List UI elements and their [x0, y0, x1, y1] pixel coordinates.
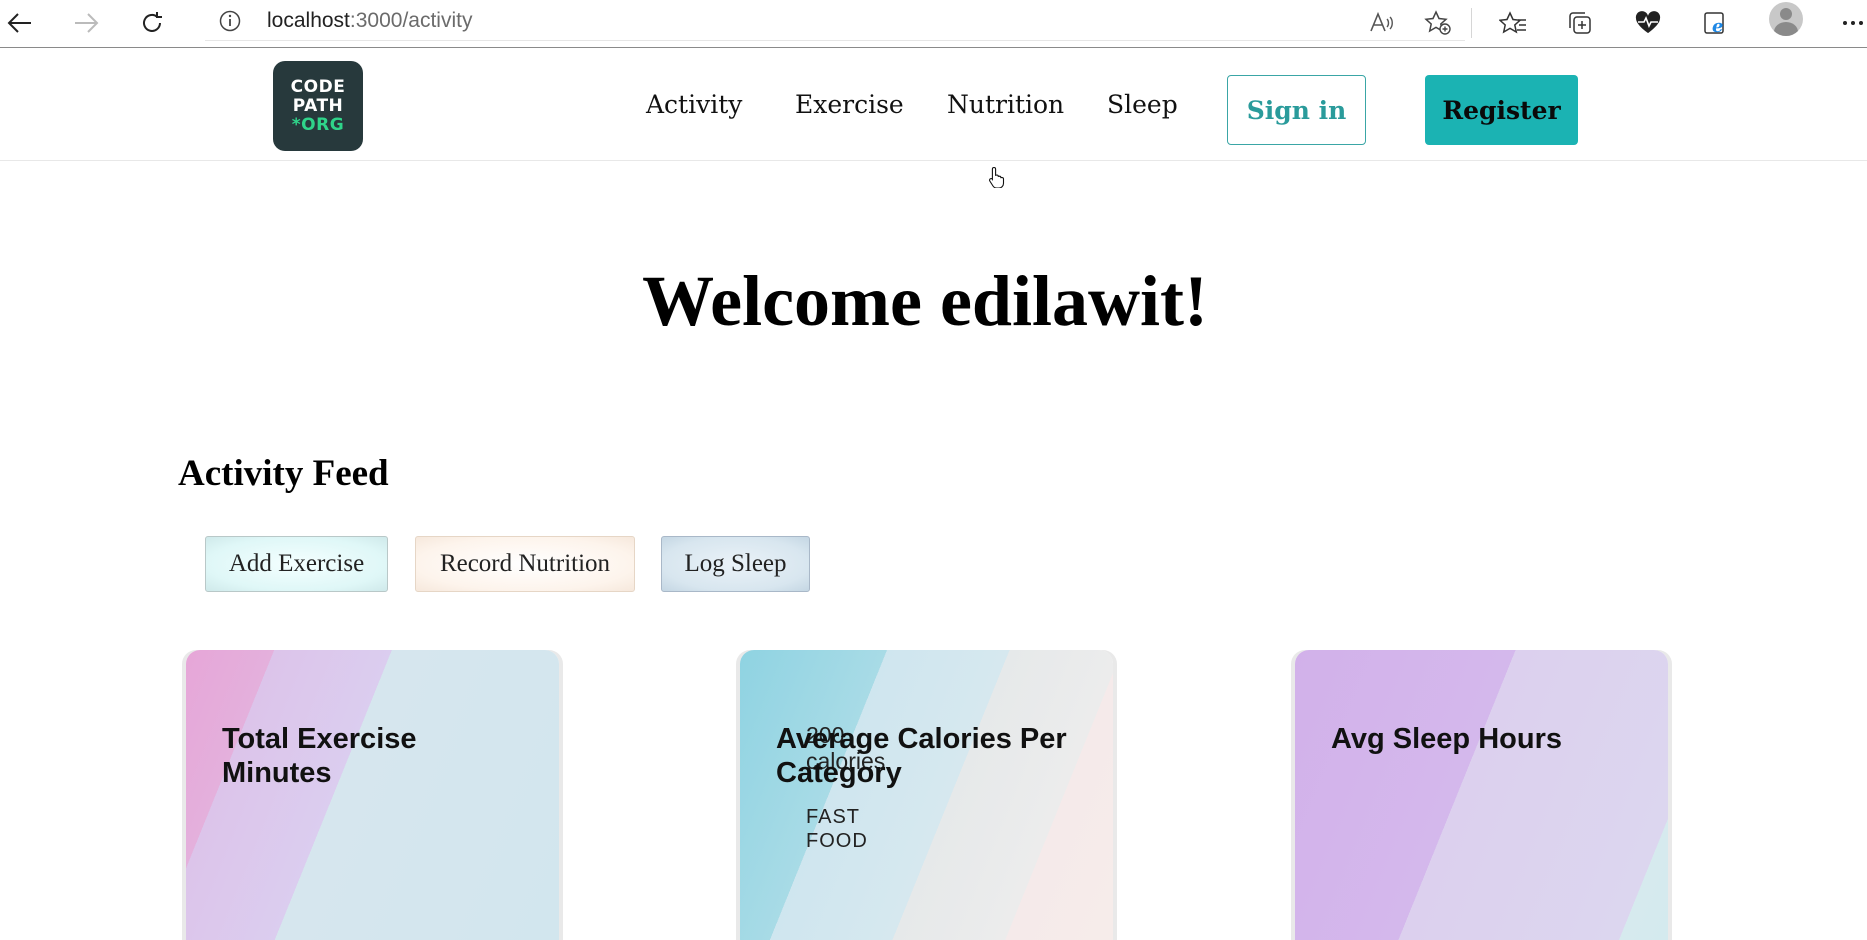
nav-link-activity[interactable]: Activity: [646, 90, 742, 119]
health-heart-icon[interactable]: [1630, 5, 1666, 41]
read-aloud-icon[interactable]: [1364, 5, 1400, 41]
site-info-icon[interactable]: [219, 10, 241, 32]
card-title: Avg Sleep Hours: [1331, 723, 1562, 755]
edge-ie-icon[interactable]: e: [1697, 5, 1733, 41]
card-title: Average Calories Per Category: [776, 723, 1067, 789]
back-icon[interactable]: [2, 5, 38, 41]
activity-feed-title: Activity Feed: [178, 453, 389, 494]
hand-cursor-icon: [988, 166, 1006, 192]
stat-card-sleep: Avg Sleep Hours: [1295, 650, 1668, 940]
browser-toolbar: localhost:3000/activity e: [0, 0, 1867, 48]
collections-icon[interactable]: [1562, 5, 1598, 41]
more-options-icon[interactable]: [1835, 5, 1867, 41]
calories-category: FAST FOOD: [806, 806, 868, 852]
register-button[interactable]: Register: [1425, 75, 1578, 145]
add-favorite-icon[interactable]: [1420, 5, 1456, 41]
profile-avatar[interactable]: [1769, 2, 1803, 36]
welcome-heading: Welcome edilawit!: [642, 261, 1208, 341]
forward-icon[interactable]: [68, 5, 104, 41]
nav-link-sleep[interactable]: Sleep: [1107, 90, 1178, 119]
card-title: Total Exercise Minutes: [222, 723, 417, 789]
nav-link-exercise[interactable]: Exercise: [795, 90, 904, 119]
refresh-icon[interactable]: [134, 5, 170, 41]
nav-link-nutrition[interactable]: Nutrition: [947, 90, 1064, 119]
logo-line: CODE: [290, 76, 346, 97]
app-navbar: CODE PATH *ORG Activity Exercise Nutriti…: [0, 48, 1867, 189]
address-bar[interactable]: localhost:3000/activity: [205, 2, 1465, 41]
svg-text:e: e: [1712, 16, 1723, 36]
log-sleep-button[interactable]: Log Sleep: [661, 536, 810, 592]
favorites-icon[interactable]: [1495, 5, 1531, 41]
stat-card-calories: 200 calories FAST FOOD Average Calories …: [740, 650, 1113, 940]
logo-line: *ORG: [291, 114, 345, 135]
url-text[interactable]: localhost:3000/activity: [267, 9, 472, 33]
add-exercise-button[interactable]: Add Exercise: [205, 536, 388, 592]
stat-card-exercise: Total Exercise Minutes: [186, 650, 559, 940]
toolbar-divider: [1471, 8, 1472, 38]
codepath-logo[interactable]: CODE PATH *ORG: [273, 61, 363, 151]
record-nutrition-button[interactable]: Record Nutrition: [415, 536, 635, 592]
sign-in-button[interactable]: Sign in: [1227, 75, 1366, 145]
logo-line: PATH: [292, 95, 344, 116]
